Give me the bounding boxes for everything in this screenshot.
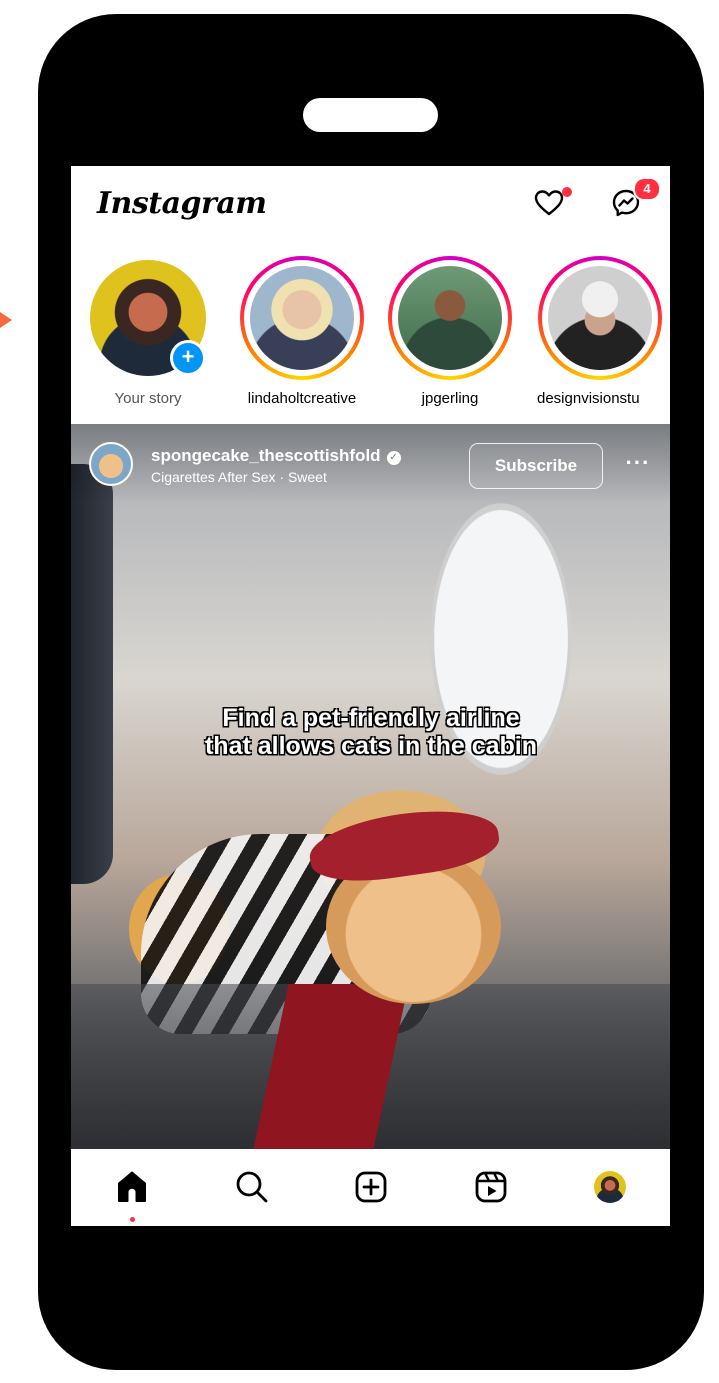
annotation-arrow [0, 312, 12, 328]
story-lindaholtcreative[interactable]: lindaholtcreative [227, 256, 377, 407]
instagram-screen: Instagram 4 + Your story lindaholtcreati… [71, 166, 670, 1226]
story-your-story[interactable]: + Your story [73, 256, 223, 407]
subscribe-button[interactable]: Subscribe [469, 443, 603, 489]
verified-icon: ✓ [386, 451, 401, 465]
more-options-icon[interactable]: ··· [621, 446, 655, 480]
post-author-avatar[interactable] [89, 442, 133, 486]
caption-line-1: Find a pet-friendly airline [222, 704, 520, 732]
post-username[interactable]: spongecake_thescottishfold ✓ [151, 446, 401, 466]
add-story-icon[interactable]: + [170, 340, 206, 376]
seat-shadow [71, 464, 113, 884]
avatar [398, 266, 502, 370]
home-active-dot [130, 1217, 135, 1222]
instagram-logo: Instagram [97, 186, 267, 221]
story-label: Your story [114, 390, 182, 407]
avatar: + [90, 260, 206, 376]
story-designvisionstu[interactable]: designvisionstu [529, 256, 670, 407]
avatar [547, 266, 652, 370]
reel-post[interactable]: spongecake_thescottishfold ✓ Cigarettes A… [71, 424, 670, 1149]
search-icon[interactable] [232, 1167, 272, 1207]
story-label: lindaholtcreative [247, 390, 357, 407]
profile-tab[interactable] [590, 1167, 630, 1207]
reels-icon[interactable] [471, 1167, 511, 1207]
story-ring [388, 256, 512, 380]
post-audio[interactable]: Cigarettes After Sex · Sweet [151, 469, 327, 485]
story-ring [240, 256, 364, 380]
phone-notch [303, 98, 438, 132]
story-jpgerling[interactable]: jpgerling [375, 256, 525, 407]
story-label: designvisionstu [537, 390, 640, 407]
reel-caption: Find a pet-friendly airline that allows … [131, 704, 611, 760]
stories-tray: + Your story lindaholtcreative jpgerling [71, 246, 670, 424]
profile-avatar [594, 1171, 626, 1203]
avatar [250, 266, 354, 370]
home-icon[interactable] [112, 1167, 152, 1207]
caption-line-2: that allows cats in the cabin [204, 732, 538, 760]
notification-dot [562, 187, 572, 197]
heart-icon[interactable] [534, 188, 564, 218]
story-label: jpgerling [421, 390, 479, 407]
messenger-badge: 4 [633, 177, 661, 201]
story-ring [537, 256, 662, 380]
create-icon[interactable] [351, 1167, 391, 1207]
bottom-nav [71, 1149, 670, 1226]
post-username-text: spongecake_thescottishfold [151, 446, 381, 465]
app-header: Instagram 4 [71, 166, 670, 246]
